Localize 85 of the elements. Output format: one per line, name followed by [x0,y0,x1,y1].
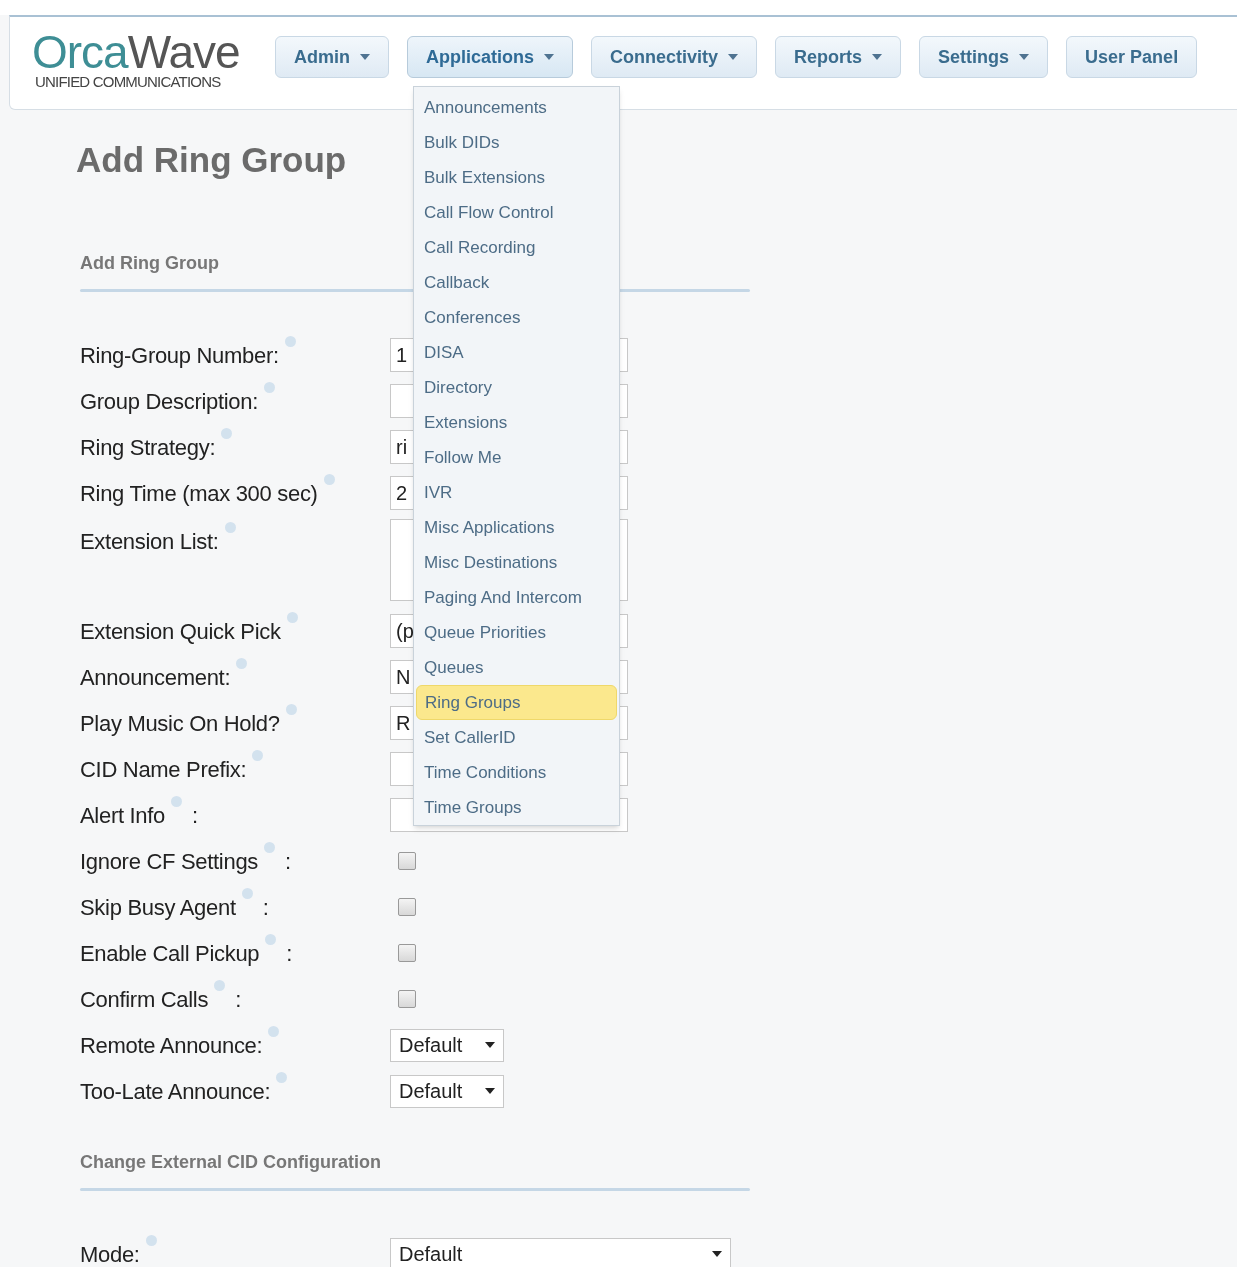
label-colon: : [192,801,198,830]
checkbox[interactable] [398,990,416,1008]
help-icon [224,522,236,533]
field-label: Group Description: [80,387,258,416]
field-label: Remote Announce: [80,1031,263,1060]
field-label: CID Name Prefix: [80,755,247,784]
caret-icon [712,1251,722,1257]
select-field[interactable]: Default [390,1237,731,1267]
field-label: Confirm Calls [80,985,209,1014]
menu-item[interactable]: Paging And Intercom [416,580,617,615]
logo: OrcaWave UNIFIED COMMUNICATIONS [32,29,241,89]
select-field[interactable]: Default [390,1074,504,1108]
label-colon: : [262,893,269,922]
menu-item[interactable]: Ring Groups [416,685,617,720]
nav-menu-button[interactable]: Admin [275,36,389,78]
label-colon: : [285,847,291,876]
menu-item[interactable]: Call Recording [416,230,617,265]
caret-icon [485,1042,495,1048]
field-label: Ignore CF Settings [80,847,259,876]
menu-item[interactable]: Queue Priorities [416,615,617,650]
help-icon [214,979,226,991]
caret-icon [544,54,554,60]
menu-item[interactable]: Callback [416,265,617,300]
menu-item[interactable]: Bulk Extensions [416,160,617,195]
section-heading: Change External CID Configuration [79,1151,383,1173]
caret-icon [728,54,739,60]
help-icon [236,657,248,669]
caret-icon [485,1088,495,1094]
nav-menu-button[interactable]: Settings [919,36,1049,78]
help-icon [221,427,233,439]
nav-menu-button[interactable]: Connectivity [591,36,758,78]
help-icon [265,933,277,945]
help-icon [268,1025,280,1037]
nav-menu-button[interactable]: User Panel [1066,36,1198,78]
menu-item[interactable]: IVR [416,475,617,510]
field-label: Alert Info [80,801,166,830]
help-icon [171,795,183,807]
field-label: Ring-Group Number: [80,341,279,370]
menu-item[interactable]: Time Groups [416,790,617,825]
label-colon: : [235,985,241,1014]
field-label: Ring Strategy: [80,433,216,462]
field-label: Mode: [80,1240,140,1267]
field-label: Skip Busy Agent [80,893,236,922]
caret-icon [872,54,883,60]
menu-item[interactable]: Queues [416,650,617,685]
select-field[interactable]: Default [390,1028,504,1062]
menu-item[interactable]: Follow Me [416,440,617,475]
menu-item[interactable]: Directory [416,370,617,405]
checkbox[interactable] [398,898,416,916]
menu-item[interactable]: Call Flow Control [416,195,617,230]
menu-item[interactable]: Misc Destinations [416,545,617,580]
checkbox[interactable] [398,944,416,962]
help-icon [264,381,275,393]
menu-item[interactable]: Announcements [416,90,617,125]
help-icon [285,703,297,715]
field-label: Enable Call Pickup [80,939,260,968]
menu-item[interactable]: Extensions [416,405,617,440]
help-icon [145,1234,157,1246]
field-label: Announcement: [80,663,231,692]
caret-icon [360,54,370,60]
label-colon: : [286,939,293,968]
checkbox[interactable] [398,852,416,870]
section-heading: Add Ring Group [79,252,220,274]
menu-item[interactable]: Bulk DIDs [416,125,617,160]
help-icon [323,473,335,485]
menu-item[interactable]: Time Conditions [416,755,617,790]
menu-item[interactable]: Conferences [416,300,617,335]
help-icon [276,1071,288,1083]
help-icon [241,887,253,899]
menu-item[interactable]: Set CallerID [416,720,617,755]
field-label: Extension Quick Pick [80,617,281,646]
field-label: Too-Late Announce: [80,1077,271,1106]
caret-icon [1019,54,1030,60]
field-label: Extension List: [80,528,219,556]
help-icon [286,611,298,623]
nav-menu-button[interactable]: Applications [407,36,573,78]
menu-item[interactable]: DISA [416,335,617,370]
help-icon [284,335,296,347]
menu-item[interactable]: Misc Applications [416,510,617,545]
field-label: Play Music On Hold? [80,709,280,738]
field-label: Ring Time (max 300 sec) [80,479,318,508]
help-icon [264,841,276,853]
help-icon [252,749,264,761]
nav-menu-button[interactable]: Reports [775,36,902,78]
page-title: Add Ring Group [76,140,347,180]
